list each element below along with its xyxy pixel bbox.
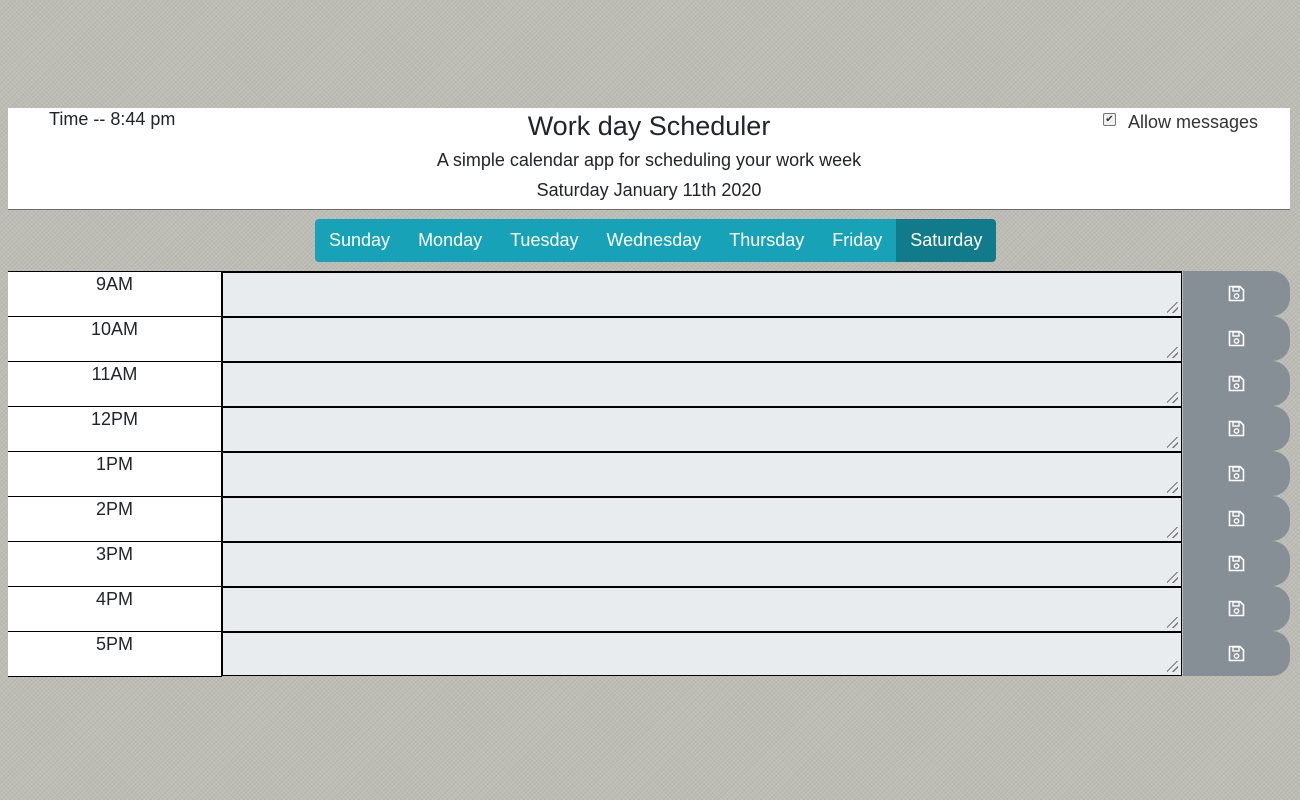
task-textarea[interactable] <box>222 541 1182 586</box>
save-button[interactable] <box>1183 586 1290 631</box>
save-icon <box>1228 465 1245 482</box>
save-icon <box>1228 510 1245 527</box>
save-button[interactable] <box>1183 406 1290 451</box>
resize-handle-icon[interactable] <box>1167 527 1178 538</box>
resize-handle-icon[interactable] <box>1167 617 1178 628</box>
day-button-friday[interactable]: Friday <box>818 219 897 262</box>
day-button-wednesday[interactable]: Wednesday <box>592 219 716 262</box>
save-button[interactable] <box>1183 631 1290 676</box>
day-button-tuesday[interactable]: Tuesday <box>496 219 593 262</box>
hour-label: 10AM <box>8 316 222 362</box>
resize-handle-icon[interactable] <box>1167 482 1178 493</box>
page-subtitle: A simple calendar app for scheduling you… <box>436 150 862 170</box>
schedule-grid: 9AM 10AM 11AM 12PM 1PM 2PM 3PM 4PM 5PM <box>8 271 1290 677</box>
time-block-row: 12PM <box>8 406 1290 452</box>
resize-handle-icon[interactable] <box>1167 572 1178 583</box>
save-button[interactable] <box>1183 271 1290 316</box>
hour-label: 4PM <box>8 586 222 632</box>
day-button-monday[interactable]: Monday <box>404 219 497 262</box>
hour-label: 11AM <box>8 361 222 407</box>
hour-label: 2PM <box>8 496 222 542</box>
resize-handle-icon[interactable] <box>1167 347 1178 358</box>
save-button[interactable] <box>1183 451 1290 496</box>
task-textarea[interactable] <box>222 496 1182 541</box>
task-textarea[interactable] <box>222 631 1182 676</box>
save-icon <box>1228 330 1245 347</box>
page-title: Work day Scheduler <box>527 111 771 141</box>
time-block-row: 3PM <box>8 541 1290 587</box>
time-block-row: 2PM <box>8 496 1290 542</box>
checkbox-checked-icon[interactable]: ✔ <box>1102 113 1116 126</box>
resize-handle-icon[interactable] <box>1167 392 1178 403</box>
hour-label: 1PM <box>8 451 222 497</box>
save-button[interactable] <box>1183 316 1290 361</box>
save-icon <box>1228 645 1245 662</box>
hour-label: 3PM <box>8 541 222 587</box>
save-icon <box>1228 285 1245 302</box>
task-textarea[interactable] <box>222 316 1182 361</box>
header: Time -- 8:44 pm Work day Scheduler A sim… <box>8 108 1290 210</box>
save-icon <box>1228 420 1245 437</box>
day-button-thursday[interactable]: Thursday <box>715 219 819 262</box>
time-block-row: 10AM <box>8 316 1290 362</box>
day-selector: Sunday Monday Tuesday Wednesday Thursday Frid… <box>315 219 997 262</box>
resize-handle-icon[interactable] <box>1167 302 1178 313</box>
hour-label: 9AM <box>8 271 222 317</box>
allow-messages-toggle[interactable]: ✔ Allow messages <box>1102 111 1258 133</box>
allow-messages-label: Allow messages <box>1127 112 1258 132</box>
time-block-row: 1PM <box>8 451 1290 497</box>
task-textarea[interactable] <box>222 406 1182 451</box>
time-block-row: 11AM <box>8 361 1290 407</box>
task-textarea[interactable] <box>222 361 1182 406</box>
resize-handle-icon[interactable] <box>1167 437 1178 448</box>
time-block-row: 4PM <box>8 586 1290 632</box>
save-button[interactable] <box>1183 496 1290 541</box>
task-textarea[interactable] <box>222 271 1182 316</box>
save-icon <box>1228 555 1245 572</box>
hour-label: 5PM <box>8 631 222 677</box>
day-button-saturday[interactable]: Saturday <box>896 219 997 262</box>
day-button-sunday[interactable]: Sunday <box>315 219 405 262</box>
time-block-row: 5PM <box>8 631 1290 677</box>
time-block-row: 9AM <box>8 271 1290 317</box>
hour-label: 12PM <box>8 406 222 452</box>
task-textarea[interactable] <box>222 451 1182 496</box>
save-icon <box>1228 375 1245 392</box>
save-button[interactable] <box>1183 541 1290 586</box>
current-date: Saturday January 11th 2020 <box>536 180 762 200</box>
save-button[interactable] <box>1183 361 1290 406</box>
task-textarea[interactable] <box>222 586 1182 631</box>
save-icon <box>1228 600 1245 617</box>
resize-handle-icon[interactable] <box>1167 661 1178 672</box>
